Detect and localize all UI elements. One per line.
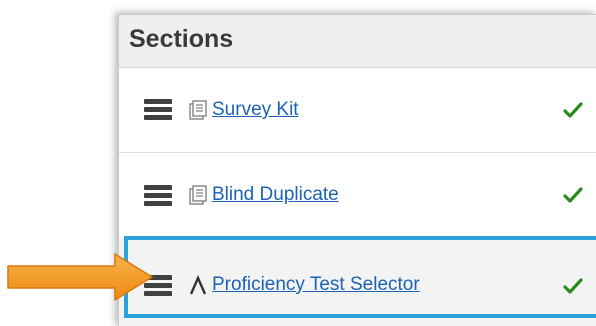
screenshot-page: Sections Survey Kit Blind Duplicate Prof… (0, 0, 596, 326)
orange-arrow-icon (7, 253, 153, 301)
drag-handle-icon[interactable] (144, 99, 172, 121)
document-stack-icon (189, 185, 207, 205)
section-row-proficiency-test-selector[interactable]: Proficiency Test Selector (119, 237, 596, 326)
lambda-icon (189, 275, 207, 295)
sections-panel: Sections Survey Kit Blind Duplicate Prof… (118, 14, 596, 326)
section-link-blind-duplicate[interactable]: Blind Duplicate (212, 183, 339, 207)
section-row-survey-kit[interactable]: Survey Kit (119, 68, 596, 153)
sections-panel-header: Sections (119, 15, 596, 68)
document-stack-icon (189, 100, 207, 120)
checkmark-icon (563, 187, 583, 203)
checkmark-icon (563, 278, 583, 294)
panel-title: Sections (129, 25, 234, 53)
checkmark-icon (563, 102, 583, 118)
drag-handle-icon[interactable] (144, 185, 172, 207)
section-row-blind-duplicate[interactable]: Blind Duplicate (119, 153, 596, 238)
section-link-proficiency-test-selector[interactable]: Proficiency Test Selector (212, 273, 420, 297)
section-link-survey-kit[interactable]: Survey Kit (212, 98, 299, 122)
